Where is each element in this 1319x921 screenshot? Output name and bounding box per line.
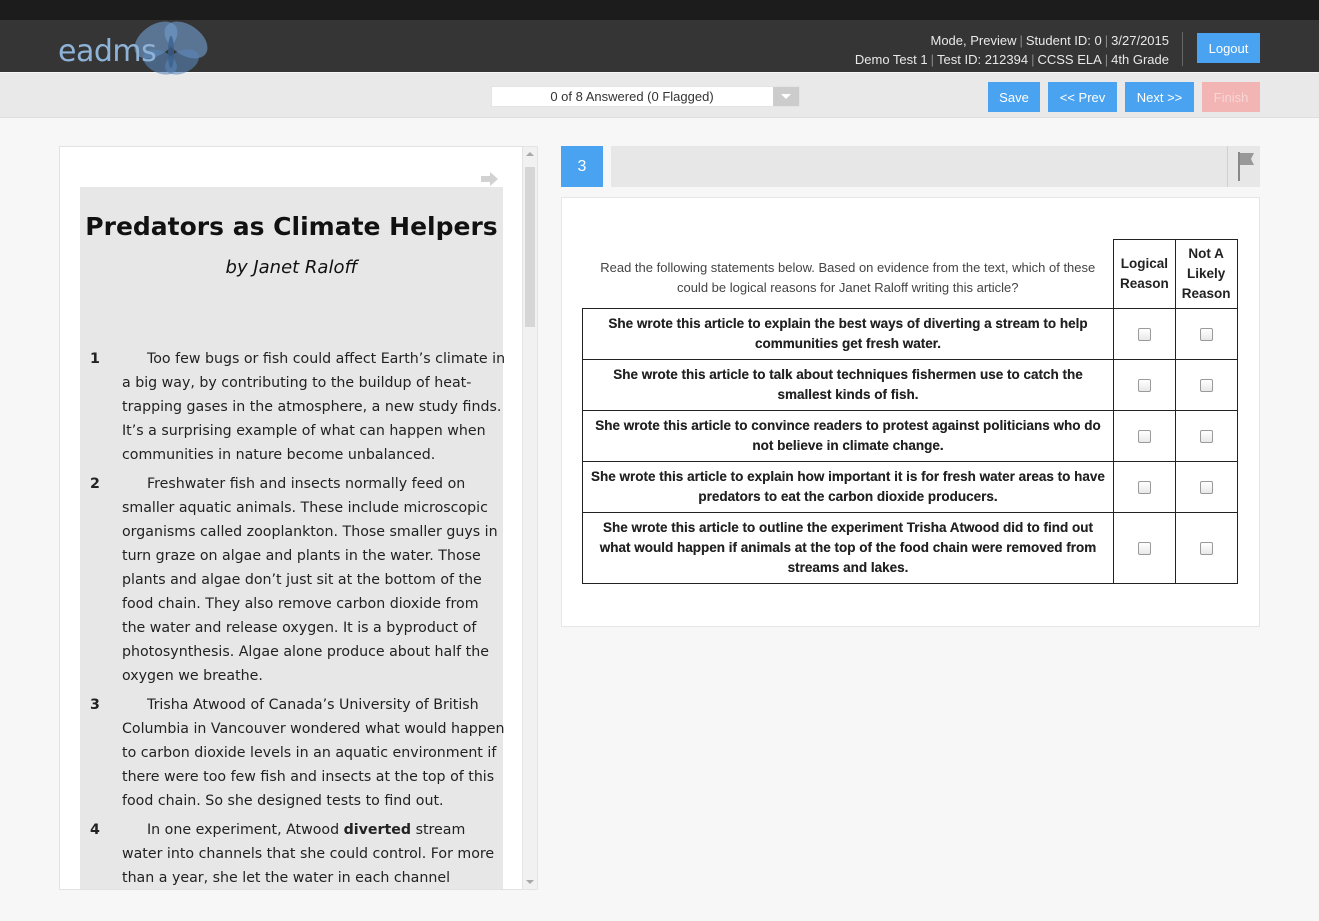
- question-select-dropdown[interactable]: 0 of 8 Answered (0 Flagged): [491, 86, 800, 107]
- statement-row: She wrote this article to talk about tec…: [582, 359, 1238, 411]
- app-header: eadms Mode, Preview | Student ID: 0 | 3/27/2…: [0, 20, 1319, 75]
- answered-count: 0 of 8 Answered (0 Flagged): [550, 89, 714, 104]
- logical-cell: [1113, 461, 1176, 513]
- logical-cell: [1113, 512, 1176, 584]
- statement-text: She wrote this article to outline the ex…: [582, 512, 1114, 584]
- mode-label: Mode, Preview: [930, 33, 1017, 48]
- session-info: Mode, Preview | Student ID: 0 | 3/27/2015 De…: [855, 31, 1169, 69]
- expand-arrow-icon[interactable]: [481, 172, 499, 186]
- question-instructions: Read the following statements below. Bas…: [600, 259, 1096, 295]
- paragraph-text-part: In one experiment, Atwood: [147, 822, 344, 838]
- statement-text: She wrote this article to talk about tec…: [582, 359, 1114, 411]
- matching-grid: Read the following statements below. Bas…: [582, 239, 1238, 584]
- scrollbar-thumb[interactable]: [525, 167, 535, 327]
- not-likely-cell: [1174, 359, 1238, 411]
- flag-button[interactable]: [1227, 146, 1260, 187]
- paragraph-number: 4: [90, 822, 100, 838]
- statement-row: She wrote this article to convince reade…: [582, 410, 1238, 462]
- passage-panel: Predators as Climate Helpers by Janet Ra…: [59, 146, 538, 890]
- passage-author: by Janet Raloff: [225, 257, 358, 278]
- logical-reason-checkbox[interactable]: [1137, 327, 1151, 341]
- vocabulary-word: diverted: [343, 822, 412, 838]
- scroll-up-arrow-icon[interactable]: [526, 152, 534, 156]
- not-likely-reason-checkbox[interactable]: [1199, 378, 1213, 392]
- not-likely-reason-checkbox[interactable]: [1199, 429, 1213, 443]
- chevron-down-icon[interactable]: [773, 87, 799, 106]
- logical-cell: [1113, 308, 1176, 360]
- statement-row: She wrote this article to outline the ex…: [582, 512, 1238, 584]
- grade: 4th Grade: [1111, 52, 1169, 67]
- paragraph-number: 2: [90, 476, 100, 492]
- test-name: Demo Test 1: [854, 52, 928, 67]
- flag-icon: [1238, 152, 1254, 181]
- finish-button: Finish: [1202, 82, 1260, 112]
- grid-header-row: Read the following statements below. Bas…: [583, 239, 1238, 309]
- not-likely-cell: [1174, 308, 1238, 360]
- statement-row: She wrote this article to explain how im…: [582, 461, 1238, 513]
- paragraph-text: Too few bugs or fish could affect Earth’…: [122, 351, 506, 463]
- student-id: Student ID: 0: [1025, 33, 1102, 48]
- eadms-logo: eadms: [58, 21, 228, 75]
- not-likely-reason-checkbox[interactable]: [1199, 327, 1213, 341]
- logical-reason-checkbox[interactable]: [1137, 480, 1151, 494]
- column-header-logical: Logical Reason: [1113, 239, 1176, 309]
- paragraph-number: 3: [90, 697, 100, 713]
- logical-cell: [1113, 410, 1176, 462]
- session-info-line-2: Demo Test 1 | Test ID: 212394 | CCSS ELA | 4th…: [854, 52, 1169, 67]
- logical-cell: [1113, 359, 1176, 411]
- not-likely-cell: [1174, 410, 1238, 462]
- subject: CCSS ELA: [1037, 52, 1102, 67]
- session-date: 3/27/2015: [1111, 33, 1169, 48]
- prev-button[interactable]: << Prev: [1048, 82, 1117, 112]
- statement-text: She wrote this article to explain the be…: [582, 308, 1114, 360]
- passage-title: Predators as Climate Helpers: [85, 212, 498, 241]
- logout-button[interactable]: Logout: [1197, 33, 1260, 63]
- logo-text: eadms: [58, 34, 157, 69]
- next-button[interactable]: Next >>: [1125, 82, 1194, 112]
- not-likely-cell: [1174, 512, 1238, 584]
- not-likely-reason-checkbox[interactable]: [1199, 541, 1213, 555]
- question-panel: Read the following statements below. Bas…: [561, 197, 1260, 627]
- header-divider: [1182, 32, 1183, 66]
- paragraph-text: In one experiment, Atwood diverted strea…: [122, 818, 506, 889]
- paragraph-text: Freshwater fish and insects normally fee…: [122, 476, 498, 684]
- paragraph-number: 1: [90, 351, 100, 367]
- logical-reason-checkbox[interactable]: [1137, 541, 1151, 555]
- test-id: Test ID: 212394: [937, 52, 1029, 67]
- not-likely-reason-checkbox[interactable]: [1199, 480, 1213, 494]
- logical-reason-checkbox[interactable]: [1137, 429, 1151, 443]
- statement-row: She wrote this article to explain the be…: [582, 308, 1238, 360]
- logical-reason-checkbox[interactable]: [1137, 378, 1151, 392]
- passage-scrollbar[interactable]: [522, 146, 538, 890]
- column-header-not-likely: Not A Likely Reason: [1174, 239, 1238, 309]
- question-header-bar: [611, 146, 1260, 187]
- scroll-down-arrow-icon[interactable]: [526, 880, 534, 884]
- statement-text: She wrote this article to explain how im…: [582, 461, 1114, 513]
- paragraph-text: Trisha Atwood of Canada’s University of …: [122, 697, 505, 809]
- statement-text: She wrote this article to convince reade…: [582, 410, 1114, 462]
- passage-content: Predators as Climate Helpers by Janet Ra…: [80, 187, 506, 889]
- save-button[interactable]: Save: [988, 82, 1040, 112]
- session-info-line-1: Mode, Preview | Student ID: 0 | 3/27/2015: [930, 33, 1170, 48]
- not-likely-cell: [1174, 461, 1238, 513]
- question-number: 3: [561, 146, 603, 187]
